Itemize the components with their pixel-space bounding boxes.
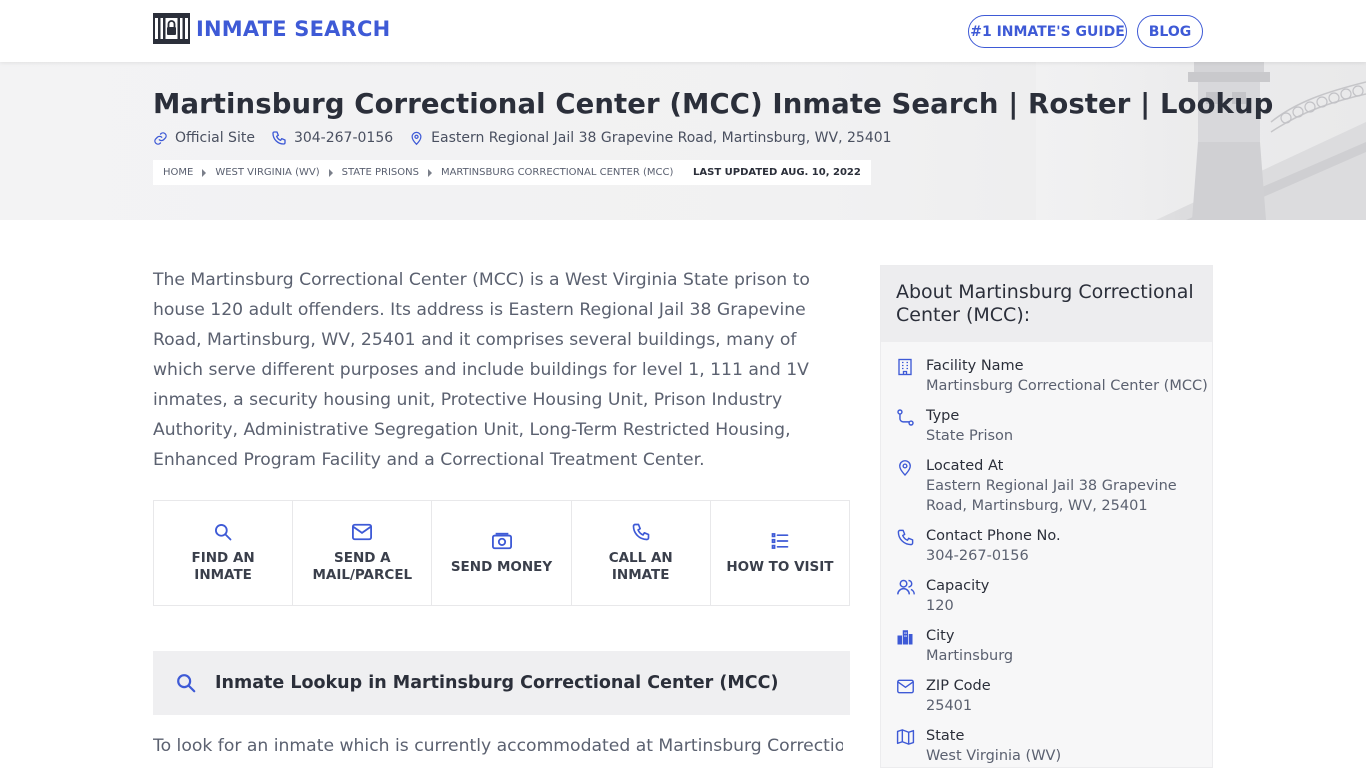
action-label-line2: INMATE <box>194 567 252 583</box>
lookup-title: Inmate Lookup in Martinsburg Correctiona… <box>215 673 779 693</box>
lookup-paragraph: To look for an inmate which is currently… <box>153 736 843 756</box>
phone-link[interactable]: 304-267-0156 <box>271 130 393 146</box>
hero-banner: Martinsburg Correctional Center (MCC) In… <box>0 62 1366 220</box>
breadcrumb: HOME WEST VIRGINIA (WV) STATE PRISONS MA… <box>153 160 684 185</box>
city-icon <box>897 630 913 645</box>
link-icon <box>154 131 167 145</box>
facility-info-list: Facility Name Martinsburg Correctional C… <box>881 342 1212 766</box>
list-icon <box>771 532 789 549</box>
info-label: ZIP Code <box>926 678 991 694</box>
blog-button[interactable]: BLOG <box>1137 15 1203 48</box>
info-contact-phone: Contact Phone No. 304-267-0156 <box>881 526 1212 566</box>
official-site-label: Official Site <box>175 130 255 146</box>
info-zip-code: ZIP Code 25401 <box>881 676 1212 716</box>
phone-icon <box>897 529 914 546</box>
info-value: Eastern Regional Jail 38 Grapevine Road,… <box>926 478 1177 514</box>
action-label-line1: CALL AN <box>608 550 673 566</box>
info-city: City Martinsburg <box>881 626 1212 666</box>
info-value: 120 <box>926 598 954 614</box>
facility-info-sidebar: About Martinsburg Correctional Center (M… <box>880 265 1213 768</box>
mail-icon <box>352 523 373 541</box>
last-updated-badge: LAST UPDATED AUG. 10, 2022 <box>683 160 871 185</box>
call-inmate-action[interactable]: CALL AN INMATE <box>571 501 711 605</box>
phone-number: 304-267-0156 <box>293 130 394 146</box>
facility-meta-row: Official Site 304-267-0156 Eastern Regio… <box>153 130 908 146</box>
info-value: State Prison <box>926 428 1014 444</box>
map-icon <box>896 729 915 745</box>
info-label: Contact Phone No. <box>926 528 1061 544</box>
how-to-visit-action[interactable]: HOW TO VISIT <box>710 501 850 605</box>
info-value[interactable]: 304-267-0156 <box>926 546 1212 566</box>
sidebar-title: About Martinsburg Correctional Center (M… <box>881 266 1212 342</box>
info-capacity: Capacity 120 <box>881 576 1212 616</box>
quick-actions: FIND AN INMATE SEND A MAIL/PARCEL SEND M… <box>153 500 850 606</box>
search-icon <box>215 524 232 541</box>
breadcrumb-separator-icon <box>427 168 432 177</box>
address-item: Eastern Regional Jail 38 Grapevine Road,… <box>409 130 892 146</box>
breadcrumb-separator-icon <box>328 168 333 177</box>
building-icon <box>898 358 912 376</box>
logo-link[interactable]: INMATE SEARCH <box>153 13 390 44</box>
info-label: Located At <box>926 458 1004 474</box>
map-pin-icon <box>411 131 422 146</box>
action-label-line1: SEND MONEY <box>450 558 553 575</box>
info-value: Martinsburg <box>926 648 1014 664</box>
info-label: Facility Name <box>926 358 1024 374</box>
search-icon <box>177 674 196 693</box>
info-value: 25401 <box>926 698 973 714</box>
inmate-lookup-header: Inmate Lookup in Martinsburg Correctiona… <box>153 651 850 715</box>
mail-icon <box>897 679 914 694</box>
users-icon <box>897 579 915 595</box>
inmates-guide-button[interactable]: #1 INMATE'S GUIDE <box>968 15 1127 48</box>
jail-lock-icon <box>153 13 190 44</box>
map-pin-icon <box>899 460 911 476</box>
breadcrumb-category[interactable]: STATE PRISONS <box>342 167 419 178</box>
action-label-line1: SEND A <box>334 550 391 566</box>
info-label: City <box>926 628 955 644</box>
info-located-at: Located At Eastern Regional Jail 38 Grap… <box>881 456 1212 516</box>
find-inmate-action[interactable]: FIND AN INMATE <box>154 501 294 605</box>
breadcrumb-current: MARTINSBURG CORRECTIONAL CENTER (MCC) <box>440 167 674 178</box>
breadcrumb-separator-icon <box>202 168 207 177</box>
info-value: Martinsburg Correctional Center (MCC) <box>926 378 1208 394</box>
money-icon <box>491 532 512 549</box>
info-label: Capacity <box>926 578 990 594</box>
official-site-link[interactable]: Official Site <box>153 130 255 146</box>
action-label-line1: HOW TO VISIT <box>726 558 834 575</box>
action-label-line1: FIND AN <box>191 550 255 566</box>
info-value: West Virginia (WV) <box>926 748 1062 764</box>
breadcrumb-state[interactable]: WEST VIRGINIA (WV) <box>215 167 319 178</box>
send-mail-action[interactable]: SEND A MAIL/PARCEL <box>293 501 433 605</box>
address-text: Eastern Regional Jail 38 Grapevine Road,… <box>431 130 892 146</box>
page-title: Martinsburg Correctional Center (MCC) In… <box>153 88 1274 120</box>
info-type: Type State Prison <box>881 406 1212 446</box>
route-icon <box>897 409 914 426</box>
action-label-line2: INMATE <box>611 567 670 583</box>
info-label: Type <box>926 408 960 424</box>
send-money-action[interactable]: SEND MONEY <box>432 501 572 605</box>
phone-icon <box>272 131 286 145</box>
intro-paragraph: The Martinsburg Correctional Center (MCC… <box>153 270 810 470</box>
phone-icon <box>632 523 650 541</box>
prison-tower-illustration <box>1036 62 1366 220</box>
site-header: INMATE SEARCH #1 INMATE'S GUIDE BLOG <box>0 0 1366 62</box>
breadcrumb-home[interactable]: HOME <box>163 167 193 178</box>
action-label-line2: MAIL/PARCEL <box>312 567 413 583</box>
info-state: State West Virginia (WV) <box>881 726 1212 766</box>
logo-text: INMATE SEARCH <box>196 16 391 41</box>
info-label: State <box>926 728 965 744</box>
info-facility-name: Facility Name Martinsburg Correctional C… <box>881 356 1212 396</box>
